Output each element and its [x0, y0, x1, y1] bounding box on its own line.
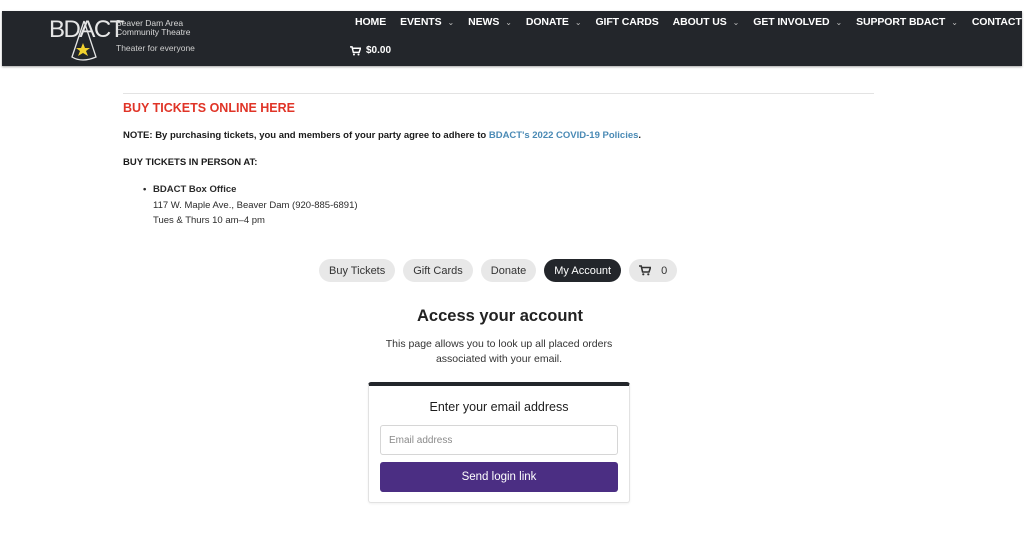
logo[interactable]: BDACT Beaver Dam Area Community Theatre … — [46, 13, 206, 63]
cart-count: 0 — [661, 264, 668, 277]
box-office-info: • BDACT Box Office 117 W. Maple Ave., Be… — [143, 182, 358, 229]
login-card-title: Enter your email address — [429, 400, 569, 414]
logo-tagline: Theater for everyone — [116, 43, 195, 53]
cart-total: $0.00 — [366, 45, 392, 56]
header-cart[interactable]: $0.00 — [350, 45, 391, 56]
nav-support-bdact[interactable]: SUPPORT BDACT ⌄ — [849, 16, 965, 28]
cart-icon — [350, 45, 361, 55]
in-person-heading: BUY TICKETS IN PERSON AT: — [123, 157, 258, 168]
divider — [123, 93, 874, 94]
chevron-down-icon: ⌄ — [732, 17, 740, 27]
nav-contact-us[interactable]: CONTACT US⌄ — [965, 16, 1024, 28]
covid-policies-link[interactable]: BDACT's 2022 COVID-19 Policies — [489, 130, 639, 141]
box-office-name: BDACT Box Office — [153, 184, 237, 195]
chevron-down-icon: ⌄ — [447, 17, 455, 27]
buy-tickets-pill[interactable]: Buy Tickets — [319, 259, 396, 282]
nav-get-involved[interactable]: GET INVOLVED ⌄ — [746, 16, 849, 28]
nav-events[interactable]: EVENTS ⌄ — [393, 16, 461, 28]
gift-cards-pill[interactable]: Gift Cards — [403, 259, 473, 282]
site-header: BDACT Beaver Dam Area Community Theatre … — [2, 11, 1024, 66]
my-account-pill[interactable]: My Account — [544, 259, 622, 282]
covid-note: NOTE: By purchasing tickets, you and mem… — [123, 130, 642, 141]
cart-icon — [639, 265, 652, 276]
chevron-down-icon: ⌄ — [835, 17, 843, 27]
send-login-link-button[interactable]: Send login link — [380, 462, 618, 492]
nav-about-us[interactable]: ABOUT US ⌄ — [666, 16, 747, 28]
login-card: Enter your email address Send login link — [368, 382, 630, 503]
chevron-down-icon: ⌄ — [505, 17, 512, 27]
chevron-down-icon: ⌄ — [574, 17, 582, 27]
main-nav: HOME EVENTS ⌄ NEWS ⌄ DONATE ⌄ GIFT CARDS AB… — [348, 16, 1024, 28]
logo-name: Beaver Dam Area Community Theatre — [116, 18, 191, 37]
email-field[interactable] — [380, 425, 618, 455]
nav-donate[interactable]: DONATE ⌄ — [519, 16, 589, 28]
nav-news[interactable]: NEWS ⌄ — [461, 16, 519, 28]
donate-pill[interactable]: Donate — [480, 259, 537, 282]
nav-home[interactable]: HOME — [348, 16, 393, 28]
nav-gift-cards[interactable]: GIFT CARDS — [588, 16, 665, 28]
account-description: This page allows you to look up all plac… — [385, 338, 613, 365]
logo-wordmark: BDACT — [49, 16, 124, 43]
buy-tickets-online-link[interactable]: BUY TICKETS ONLINE HERE — [123, 101, 295, 115]
cart-pill[interactable]: 0 — [629, 259, 678, 282]
box-office-hours: Tues & Thurs 10 am–4 pm — [153, 215, 265, 226]
ticket-nav-pills: Buy Tickets Gift Cards Donate My Account… — [319, 259, 678, 282]
bullet: • — [143, 184, 147, 195]
account-title: Access your account — [417, 307, 583, 325]
box-office-address: 117 W. Maple Ave., Beaver Dam (920-885-6… — [153, 199, 358, 211]
chevron-down-icon: ⌄ — [951, 17, 958, 27]
